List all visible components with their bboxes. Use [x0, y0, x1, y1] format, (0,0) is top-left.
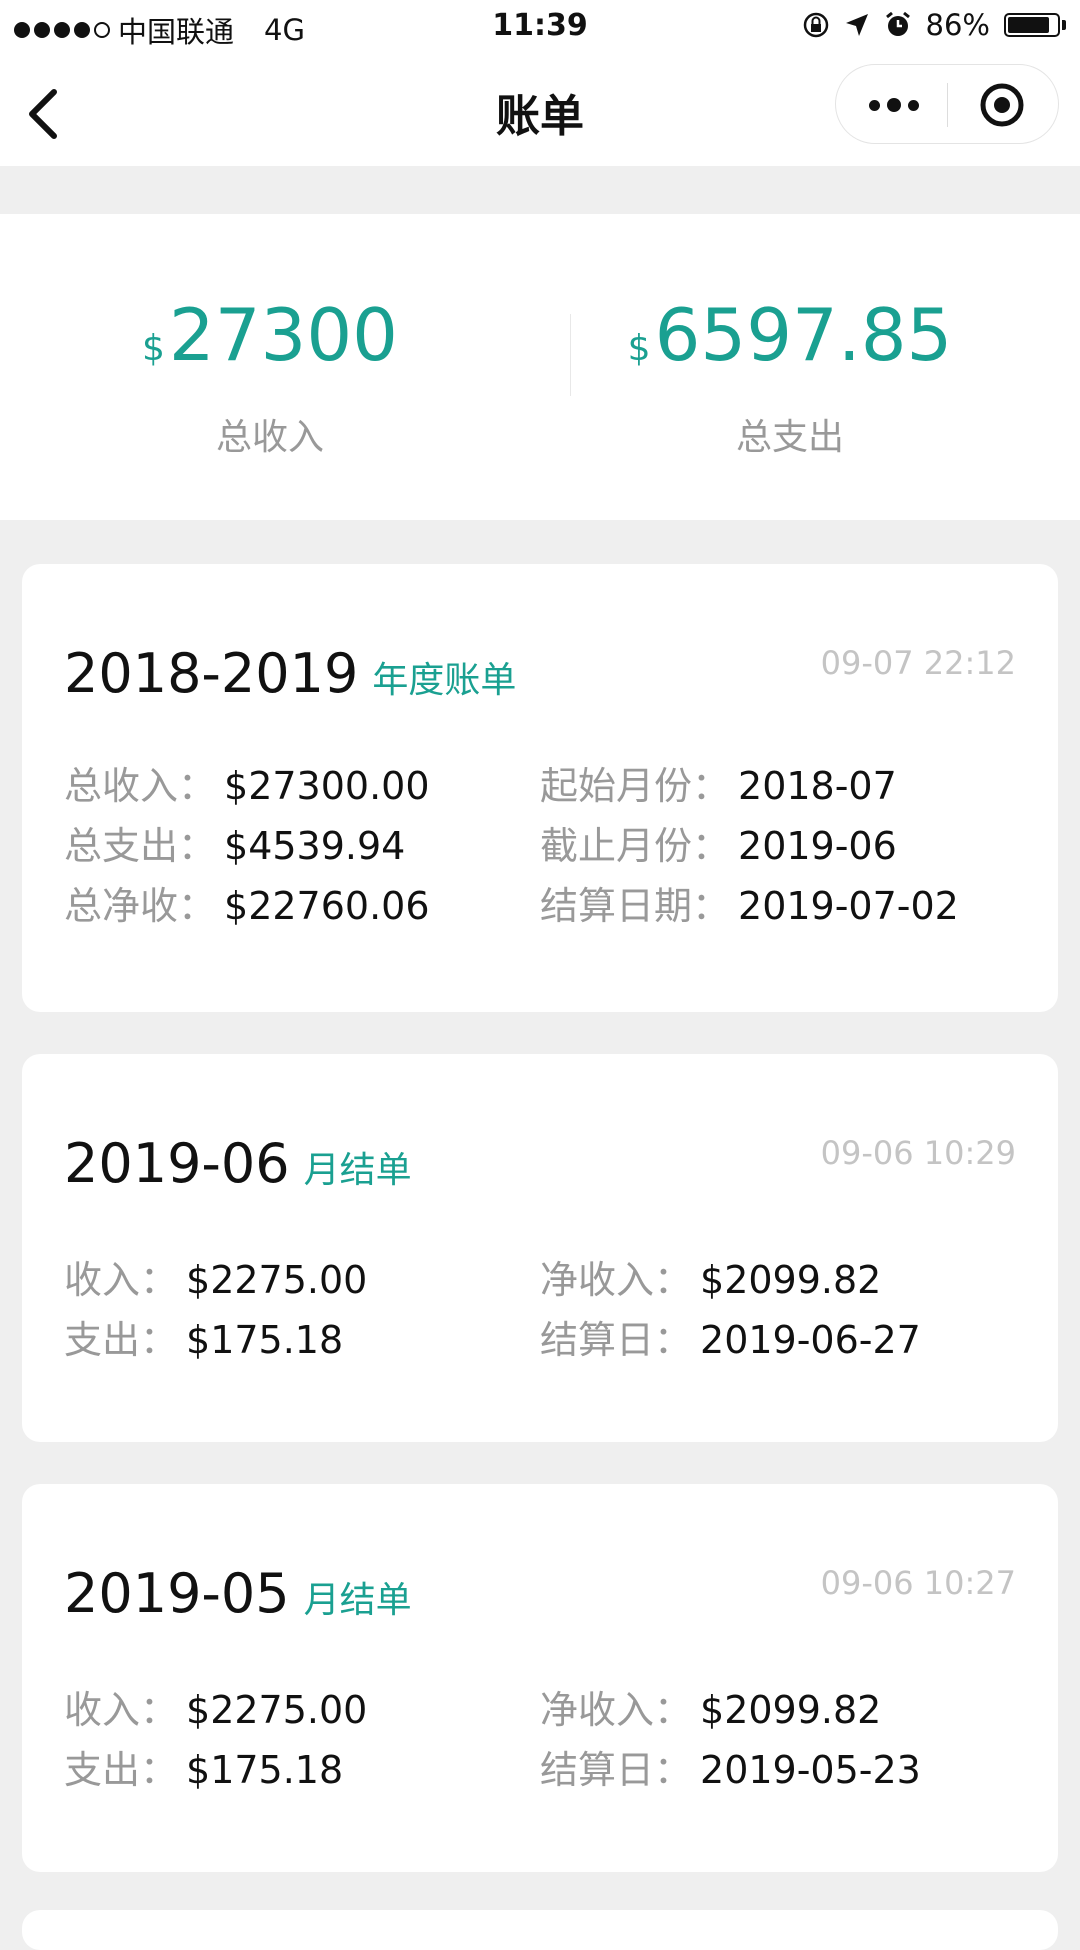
miniprogram-capsule: [835, 64, 1059, 144]
detail-value: $4539.94: [224, 824, 406, 868]
capsule-divider: [947, 83, 948, 127]
orientation-lock-icon: [803, 12, 828, 38]
detail-label: 总净收：: [64, 884, 217, 928]
detail-label: 支出：: [64, 1748, 179, 1792]
more-dots-icon[interactable]: [864, 85, 924, 125]
detail-row: 收入： $2275.00 净收入： $2099.82: [64, 1250, 1024, 1310]
detail-value: 2019-06: [738, 824, 897, 868]
total-expense-amount: 6597.85: [654, 293, 953, 377]
detail-row: 支出： $175.18 结算日： 2019-06-27: [64, 1310, 1024, 1370]
detail-value: $22760.06: [224, 884, 430, 928]
bill-details: 收入： $2275.00 净收入： $2099.82 支出： $175.18 结算日：…: [64, 1680, 1024, 1800]
total-income-amount: 27300: [168, 293, 398, 377]
bill-card-next[interactable]: [22, 1910, 1058, 1950]
bill-card-annual[interactable]: 2018-2019 年度账单 09-07 22:12 总收入： $27300.00…: [22, 564, 1058, 1012]
detail-value: $175.18: [186, 1748, 344, 1792]
total-income-label: 总收入: [215, 417, 324, 458]
bill-details: 总收入： $27300.00 起始月份： 2018-07 总支出： $4539.94 …: [64, 756, 1024, 936]
bill-period: 2019-06: [64, 1132, 290, 1195]
detail-value: $27300.00: [224, 764, 430, 808]
location-arrow-icon: [845, 14, 868, 36]
detail-label: 收入：: [64, 1688, 179, 1732]
bill-timestamp: 09-06 10:29: [820, 1134, 1016, 1172]
status-right: 86%: [802, 8, 1066, 42]
bill-timestamp: 09-07 22:12: [820, 644, 1016, 682]
detail-label: 总支出：: [64, 824, 217, 868]
total-income: $27300 总收入: [0, 294, 540, 460]
detail-value: 2019-07-02: [738, 884, 959, 928]
detail-label: 结算日：: [540, 1748, 693, 1792]
bill-type: 月结单: [303, 1150, 412, 1191]
battery-icon: [1004, 13, 1066, 37]
detail-label: 净收入：: [540, 1688, 693, 1732]
bill-period: 2018-2019: [64, 642, 359, 705]
detail-label: 结算日：: [540, 1318, 693, 1362]
currency-symbol: $: [627, 328, 651, 369]
detail-row: 总收入： $27300.00 起始月份： 2018-07: [64, 756, 1024, 816]
bill-type: 年度账单: [372, 660, 517, 701]
detail-value: $2099.82: [700, 1258, 882, 1302]
detail-label: 收入：: [64, 1258, 179, 1302]
bill-period: 2019-05: [64, 1562, 290, 1625]
total-expense-label: 总支出: [735, 417, 844, 458]
detail-label: 支出：: [64, 1318, 179, 1362]
detail-label: 起始月份：: [540, 764, 731, 808]
alarm-clock-icon: [885, 11, 910, 36]
detail-label: 结算日期：: [540, 884, 731, 928]
bill-card-monthly[interactable]: 2019-05 月结单 09-06 10:27 收入： $2275.00 净收入：…: [22, 1484, 1058, 1872]
detail-row: 总净收： $22760.06 结算日期： 2019-07-02: [64, 876, 1024, 936]
battery-percent: 86%: [925, 8, 990, 42]
status-bar: 中国联通 4G 11:39 86%: [0, 0, 1080, 54]
detail-value: 2019-06-27: [700, 1318, 921, 1362]
summary-panel: $27300 总收入 $6597.85 总支出: [0, 214, 1080, 520]
detail-label: 总收入：: [64, 764, 217, 808]
detail-label: 截止月份：: [540, 824, 731, 868]
target-circle-icon[interactable]: [979, 82, 1025, 128]
bill-timestamp: 09-06 10:27: [820, 1564, 1016, 1602]
detail-value: $175.18: [186, 1318, 344, 1362]
total-expense: $6597.85 总支出: [520, 294, 1060, 460]
detail-value: $2275.00: [186, 1688, 368, 1732]
bill-details: 收入： $2275.00 净收入： $2099.82 支出： $175.18 结算日：…: [64, 1250, 1024, 1370]
detail-value: $2275.00: [186, 1258, 368, 1302]
detail-value: 2019-05-23: [700, 1748, 921, 1792]
bill-type: 月结单: [303, 1580, 412, 1621]
detail-row: 收入： $2275.00 净收入： $2099.82: [64, 1680, 1024, 1740]
detail-value: 2018-07: [738, 764, 897, 808]
bill-card-monthly[interactable]: 2019-06 月结单 09-06 10:29 收入： $2275.00 净收入：…: [22, 1054, 1058, 1442]
detail-row: 支出： $175.18 结算日： 2019-05-23: [64, 1740, 1024, 1800]
currency-symbol: $: [142, 328, 165, 369]
detail-label: 净收入：: [540, 1258, 693, 1302]
detail-value: $2099.82: [700, 1688, 882, 1732]
detail-row: 总支出： $4539.94 截止月份： 2019-06: [64, 816, 1024, 876]
nav-bar: 账单: [0, 54, 1080, 166]
